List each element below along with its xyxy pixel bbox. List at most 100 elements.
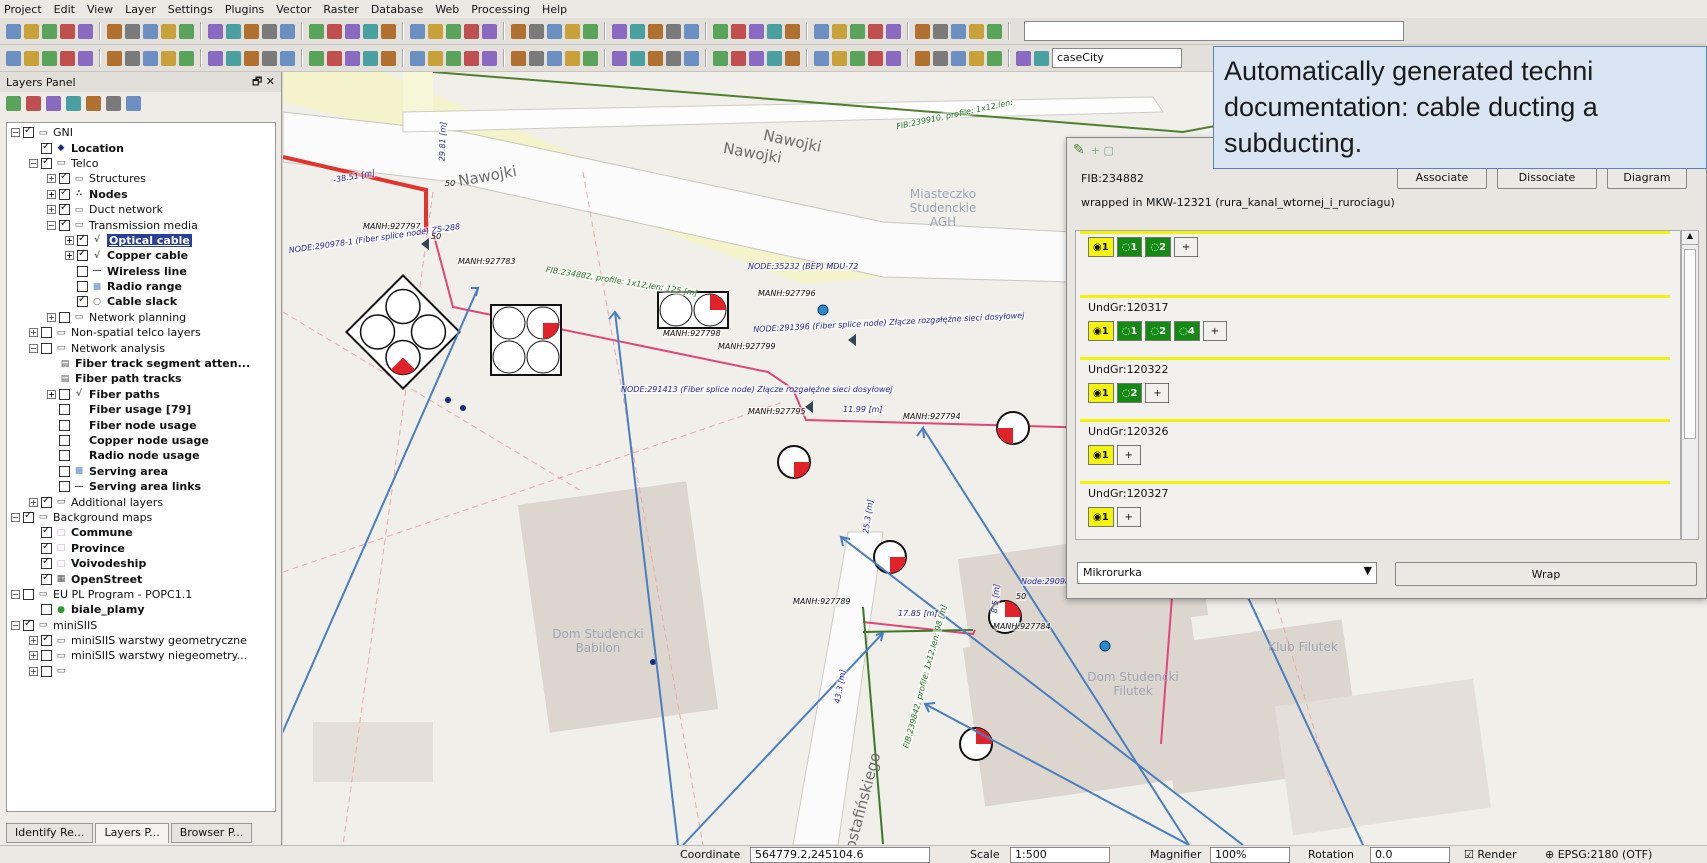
layer-visibility-checkbox[interactable] xyxy=(59,450,70,462)
toolbar-tool-icon[interactable] xyxy=(410,50,425,66)
collapse-icon[interactable] xyxy=(106,95,121,111)
subduct-chip[interactable]: ◌ 1 xyxy=(1116,237,1143,257)
search-input[interactable] xyxy=(1024,21,1404,41)
toolbar-tool-icon[interactable] xyxy=(125,50,140,66)
toolbar-tool-icon[interactable] xyxy=(987,50,1002,66)
toolbar-tool-icon[interactable] xyxy=(565,23,580,39)
layer-visibility-checkbox[interactable] xyxy=(77,248,88,262)
render-checkbox-label[interactable]: ☑ Render xyxy=(1464,848,1517,861)
menu-edit[interactable]: Edit xyxy=(54,3,75,16)
expand-icon[interactable]: + xyxy=(47,189,56,199)
expand-icon[interactable]: + xyxy=(29,328,38,338)
menu-view[interactable]: View xyxy=(87,3,113,16)
layer-tree-item[interactable]: + ▭ Structures xyxy=(7,171,275,186)
toolbar-tool-icon[interactable] xyxy=(511,50,526,66)
layer-tree-item[interactable]: − ▭ Telco xyxy=(7,156,275,171)
layer-visibility-checkbox[interactable] xyxy=(59,202,70,216)
toolbar-tool-icon[interactable] xyxy=(125,23,140,39)
toolbar-tool-icon[interactable] xyxy=(969,50,984,66)
layer-tree[interactable]: −▭GNI◆Location−▭Telco+▭Structures+∴Nodes… xyxy=(6,122,276,812)
menu-processing[interactable]: Processing xyxy=(471,3,530,16)
toolbar-tool-icon[interactable] xyxy=(78,23,93,39)
panel-float-close-icons[interactable]: 🗗 ✕ xyxy=(252,73,275,92)
toolbar-tool-icon[interactable] xyxy=(814,50,829,66)
expand-icon[interactable] xyxy=(86,95,101,111)
layer-visibility-checkbox[interactable] xyxy=(59,187,70,200)
toolbar-tool-icon[interactable] xyxy=(767,50,782,66)
toolbar-tool-icon[interactable] xyxy=(529,23,544,39)
coordinate-field[interactable]: 564779.2,245104.6 xyxy=(750,847,930,863)
layer-visibility-checkbox[interactable] xyxy=(41,327,52,339)
toolbar-tool-icon[interactable] xyxy=(547,23,562,39)
layer-visibility-checkbox[interactable] xyxy=(41,650,52,662)
toolbar-tool-icon[interactable] xyxy=(179,23,194,39)
layer-visibility-checkbox[interactable] xyxy=(59,465,70,477)
layer-visibility-checkbox[interactable] xyxy=(41,342,52,354)
layer-tree-item[interactable]: + √ Fiber paths xyxy=(7,387,275,402)
magnifier-field[interactable]: 100% xyxy=(1210,847,1290,863)
toolbar-tool-icon[interactable] xyxy=(482,50,497,66)
toolbar-tool-icon[interactable] xyxy=(226,23,241,39)
toolbar-tool-icon[interactable] xyxy=(933,23,948,39)
toolbar-tool-icon[interactable] xyxy=(208,23,223,39)
duct-chip[interactable]: ◉ 1 xyxy=(1088,445,1114,465)
layer-tree-item[interactable]: − ▭ miniSIIS xyxy=(7,618,275,633)
layer-visibility-checkbox[interactable] xyxy=(59,388,70,400)
layer-tree-item[interactable]: □ Voivodeship xyxy=(7,556,275,571)
layer-tree-item[interactable]: + ▭ Duct network xyxy=(7,202,275,217)
layer-tree-item[interactable]: + ▭ miniSIIS warstwy geometryczne xyxy=(7,633,275,648)
toolbar-tool-icon[interactable] xyxy=(832,23,847,39)
toolbar-tool-icon[interactable] xyxy=(262,50,277,66)
layer-visibility-checkbox[interactable] xyxy=(23,125,34,139)
remove-layer-icon[interactable] xyxy=(126,95,141,111)
toolbar-tool-icon[interactable] xyxy=(767,23,782,39)
toolbar-tool-icon[interactable] xyxy=(547,50,562,66)
toolbar-tool-icon[interactable] xyxy=(244,23,259,39)
collapse-icon[interactable]: + ▢ xyxy=(1091,144,1114,157)
duct-chip[interactable]: ◉ 1 xyxy=(1088,321,1114,341)
menu-project[interactable]: Project xyxy=(4,3,42,16)
add-subduct-button[interactable]: + xyxy=(1116,445,1141,465)
toolbar-tool-icon[interactable] xyxy=(648,50,663,66)
toolbar-tool-icon[interactable] xyxy=(42,50,57,66)
expand-icon[interactable]: + xyxy=(47,389,56,399)
toolbar-tool-icon[interactable] xyxy=(24,50,39,66)
toolbar-tool-icon[interactable] xyxy=(464,23,479,39)
layer-visibility-checkbox[interactable] xyxy=(77,294,88,308)
layer-tree-item[interactable]: — Wireless line xyxy=(7,264,275,279)
toolbar-tool-icon[interactable] xyxy=(749,23,764,39)
collapse-icon[interactable]: − xyxy=(29,343,38,353)
toolbar-tool-icon[interactable] xyxy=(381,23,396,39)
duct-chip[interactable]: ◉ 1 xyxy=(1088,507,1114,527)
layer-tree-item[interactable]: Fiber usage [79] xyxy=(7,402,275,417)
layer-visibility-checkbox[interactable] xyxy=(59,171,70,185)
toolbar-tool-icon[interactable] xyxy=(482,23,497,39)
collapse-icon[interactable]: − xyxy=(11,620,20,630)
layer-tree-item[interactable]: − ▭ Background maps xyxy=(7,510,275,525)
layer-visibility-checkbox[interactable] xyxy=(59,435,70,446)
toolbar-tool-icon[interactable] xyxy=(327,50,342,66)
toolbar-tool-icon[interactable] xyxy=(785,23,800,39)
toolbar-tool-icon[interactable] xyxy=(886,23,901,39)
toolbar-tool-icon[interactable] xyxy=(713,23,728,39)
subduct-chip[interactable]: ◌ 2 xyxy=(1145,321,1172,341)
toolbar-tool-icon[interactable] xyxy=(1016,50,1031,66)
toolbar-tool-icon[interactable] xyxy=(666,23,681,39)
menu-database[interactable]: Database xyxy=(371,3,424,16)
toolbar-tool-icon[interactable] xyxy=(666,50,681,66)
toolbar-tool-icon[interactable] xyxy=(280,50,295,66)
layer-visibility-checkbox[interactable] xyxy=(41,156,52,169)
toolbar-tool-icon[interactable] xyxy=(648,23,663,39)
expand-icon[interactable]: + xyxy=(47,312,56,322)
toolbar-tool-icon[interactable] xyxy=(612,50,627,66)
layer-visibility-checkbox[interactable] xyxy=(41,633,52,647)
layer-tree-item[interactable]: + ▭ miniSIIS warstwy niegeometry... xyxy=(7,648,275,663)
toolbar-tool-icon[interactable] xyxy=(226,50,241,66)
toolbar-tool-icon[interactable] xyxy=(850,23,865,39)
layer-visibility-checkbox[interactable] xyxy=(59,311,70,323)
layer-visibility-checkbox[interactable] xyxy=(41,541,52,554)
toolbar-tool-icon[interactable] xyxy=(915,23,930,39)
subduct-chip[interactable]: ◌ 1 xyxy=(1116,321,1143,341)
toolbar-tool-icon[interactable] xyxy=(208,50,223,66)
toolbar-tool-icon[interactable] xyxy=(684,23,699,39)
